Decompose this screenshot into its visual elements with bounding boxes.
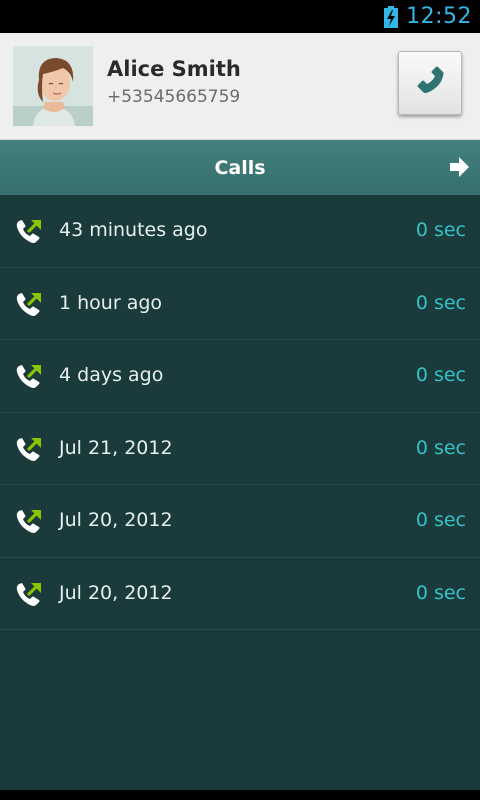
call-time: 43 minutes ago [59, 219, 208, 241]
status-clock: 12:52 [406, 4, 472, 29]
call-duration: 0 sec [415, 581, 466, 604]
call-list-item[interactable]: 4 days ago 0 sec [0, 340, 480, 413]
outgoing-call-icon [14, 506, 44, 536]
outgoing-call-icon [14, 289, 44, 319]
call-list-item[interactable]: Jul 21, 2012 0 sec [0, 413, 480, 485]
call-time: Jul 20, 2012 [59, 581, 173, 604]
call-duration: 0 sec [415, 364, 466, 386]
phone-icon [413, 64, 447, 102]
arrow-right-icon[interactable] [448, 156, 470, 178]
call-list: 43 minutes ago 0 sec 1 hour ago 0 sec 4 … [0, 195, 480, 790]
call-duration: 0 sec [415, 509, 466, 531]
call-time: Jul 20, 2012 [59, 509, 173, 531]
call-list-item[interactable]: 43 minutes ago 0 sec [0, 195, 480, 268]
outgoing-call-icon [14, 579, 44, 609]
call-duration: 0 sec [415, 436, 466, 459]
avatar[interactable] [13, 46, 93, 126]
tab-bar: Calls [0, 140, 480, 195]
outgoing-call-icon [14, 361, 44, 391]
call-list-item[interactable]: 1 hour ago 0 sec [0, 268, 480, 340]
call-duration: 0 sec [415, 291, 466, 314]
call-duration: 0 sec [415, 219, 466, 241]
call-time: Jul 21, 2012 [59, 436, 173, 459]
outgoing-call-icon [14, 434, 44, 464]
call-time: 1 hour ago [59, 291, 163, 314]
tab-calls[interactable]: Calls [214, 157, 265, 179]
call-list-item[interactable]: Jul 20, 2012 0 sec [0, 558, 480, 630]
call-time: 4 days ago [59, 364, 164, 386]
contact-number: +53545665759 [107, 87, 241, 107]
outgoing-call-icon [14, 216, 44, 246]
call-button[interactable] [398, 51, 462, 115]
bottom-strip [0, 790, 480, 800]
contact-name: Alice Smith [107, 57, 241, 81]
battery-charging-icon [384, 5, 399, 28]
status-bar: 12:52 [0, 0, 480, 33]
contact-header: Alice Smith +53545665759 [0, 33, 480, 140]
call-list-item[interactable]: Jul 20, 2012 0 sec [0, 485, 480, 558]
